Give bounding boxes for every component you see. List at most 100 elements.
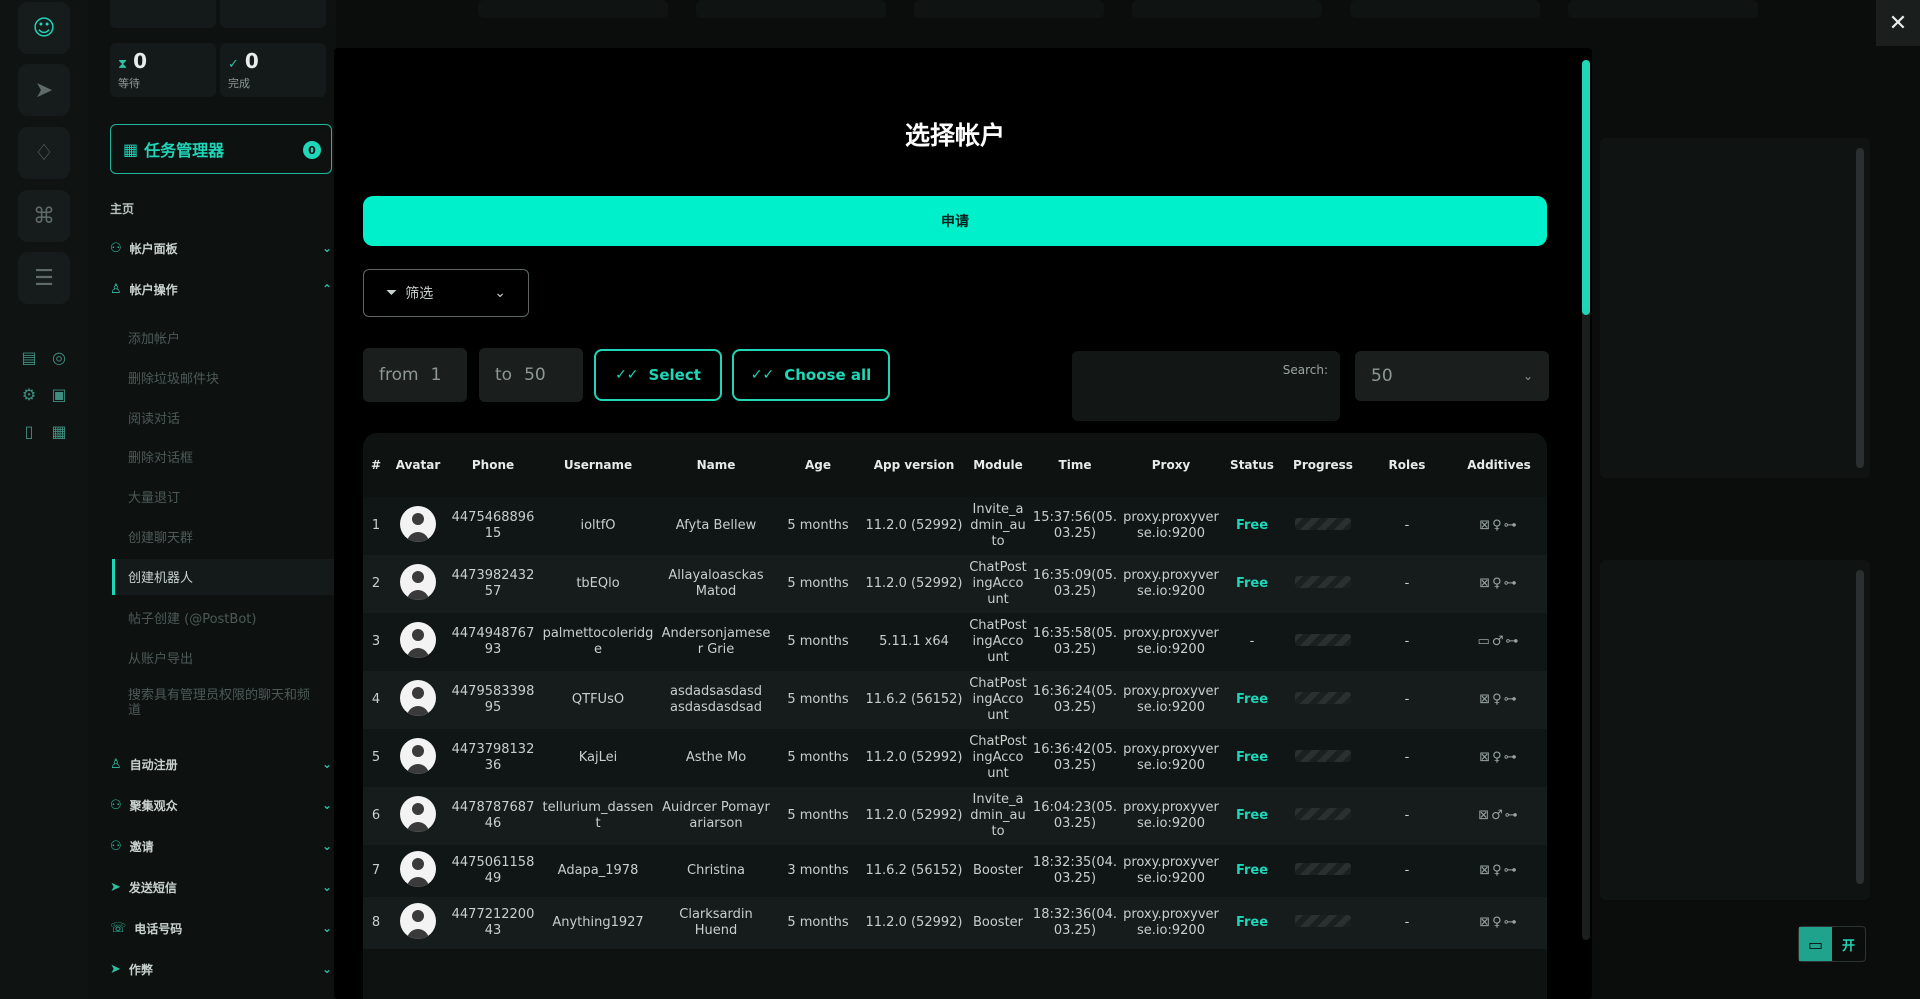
col-additives[interactable]: Additives <box>1451 433 1547 497</box>
group-gather-audience[interactable]: ⚇ 聚集观众 ⌄ <box>110 793 332 817</box>
cell-age: 5 months <box>775 555 861 613</box>
bg-scrollbar[interactable] <box>1856 148 1864 468</box>
stat-waiting: ⧗ 0 等待 <box>110 43 216 97</box>
table-header-row: # Avatar Phone Username Name Age App ver… <box>363 433 1547 497</box>
group-phone-number[interactable]: ☏ 电话号码 ⌄ <box>110 916 332 940</box>
apps-icon[interactable]: ▦ <box>47 419 71 443</box>
open-button[interactable]: 开 <box>1832 927 1865 961</box>
group-invite[interactable]: ⚇ 邀请 ⌄ <box>110 834 332 858</box>
cell-progress <box>1283 729 1363 787</box>
cell-additives: ⊠♀⊶ <box>1451 555 1547 613</box>
sub-item-mass-unsubscribe[interactable]: 大量退订 <box>128 487 180 506</box>
table-row[interactable]: 4 447958339895 QTFUsO asdadsasdasd asdasdas… <box>363 671 1547 729</box>
cell-phone: 447494876793 <box>447 613 539 671</box>
col-roles[interactable]: Roles <box>1363 433 1451 497</box>
cell-status: Free <box>1221 671 1283 729</box>
cell-roles: - <box>1363 897 1451 949</box>
sub-item-export[interactable]: 从账户导出 <box>128 648 193 667</box>
cell-age: 5 months <box>775 671 861 729</box>
sub-item-delete-dialogs[interactable]: 删除对话框 <box>128 447 193 466</box>
user-icon: ♙ <box>110 281 122 297</box>
col-proxy[interactable]: Proxy <box>1121 433 1221 497</box>
filter-dropdown[interactable]: ⏷ 筛选 ⌄ <box>363 269 529 317</box>
table-row[interactable]: 6 447878768746 tellurium_dassent Auidrcer P… <box>363 787 1547 845</box>
double-check-icon: ✓✓ <box>615 367 639 383</box>
document-icon[interactable]: ▯ <box>17 419 41 443</box>
page-size-select[interactable]: 50 ⌄ <box>1355 351 1549 401</box>
sub-item-add-account[interactable]: 添加帐户 <box>128 328 180 347</box>
cell-number: 8 <box>363 897 389 949</box>
chevron-down-icon: ⌄ <box>321 798 332 812</box>
task-manager-button[interactable]: ▦ 任务管理器 0 <box>110 124 332 174</box>
avatar <box>400 902 436 939</box>
col-number[interactable]: # <box>363 433 389 497</box>
bottom-controls: ▭ 开 <box>1798 926 1866 962</box>
group-cheat[interactable]: ➤ 作弊 ⌄ <box>110 957 332 981</box>
group-send-sms[interactable]: ➤ 发送短信 ⌄ <box>110 875 332 899</box>
stat-done: ✓ 0 完成 <box>220 43 326 97</box>
user-icon[interactable]: ☺ <box>18 2 70 54</box>
col-avatar[interactable]: Avatar <box>389 433 447 497</box>
sub-item-search-admin-chats[interactable]: 搜索具有管理员权限的聊天和频道 <box>128 688 318 718</box>
send-icon[interactable]: ➤ <box>18 64 70 116</box>
sub-item-read-dialogs[interactable]: 阅读对话 <box>128 408 180 427</box>
apply-button[interactable]: 申请 <box>363 196 1547 246</box>
modal-scrollbar-thumb[interactable] <box>1582 60 1590 315</box>
icon-rail: ☺ ➤ ♢ ⌘ ☰ ▤ ◎ ⚙ ▣ ▯ ▦ <box>0 0 88 999</box>
col-time[interactable]: Time <box>1029 433 1121 497</box>
cell-app-version: 11.2.0 (52992) <box>861 555 967 613</box>
cell-name: asdadsasdasd asdasdasdsad <box>657 671 775 729</box>
browser-icon[interactable]: ▣ <box>47 382 71 406</box>
settings-icon[interactable]: ⚙ <box>17 382 41 406</box>
sub-item-create-group[interactable]: 创建聊天群 <box>128 527 193 546</box>
select-button[interactable]: ✓✓ Select <box>594 349 722 401</box>
cell-proxy: proxy.proxyverse.io:9200 <box>1121 729 1221 787</box>
sub-item-postbot[interactable]: 帖子创建 (@PostBot) <box>128 608 256 627</box>
chevron-down-icon: ⌄ <box>321 241 332 255</box>
cell-module: ChatPostingAccount <box>967 613 1029 671</box>
close-icon[interactable]: ✕ <box>1876 0 1920 46</box>
table-row[interactable]: 5 447379813236 KajLei Asthe Mo 5 months 11.2.… <box>363 729 1547 787</box>
location-icon[interactable]: ◎ <box>47 345 71 369</box>
cell-module: Invite_admin_auto <box>967 497 1029 555</box>
cell-status: Free <box>1221 555 1283 613</box>
col-phone[interactable]: Phone <box>447 433 539 497</box>
col-module[interactable]: Module <box>967 433 1029 497</box>
from-input[interactable]: from 1 <box>363 348 467 402</box>
col-app-version[interactable]: App version <box>861 433 967 497</box>
sub-item-create-bot[interactable]: 创建机器人 <box>128 567 193 586</box>
to-input[interactable]: to 50 <box>479 348 583 402</box>
server-icon[interactable]: ▤ <box>17 345 41 369</box>
group-account-ops[interactable]: ♙ 帐户操作 ⌃ <box>110 277 332 301</box>
cell-name: Afyta Bellew <box>657 497 775 555</box>
search-input[interactable]: Search: <box>1072 351 1340 421</box>
folder-open-icon[interactable]: ▭ <box>1799 927 1832 961</box>
diamond-icon[interactable]: ♢ <box>18 127 70 179</box>
progress-bar <box>1295 575 1351 588</box>
table-row[interactable]: 2 447398243257 tbEQlo Allayaloasckas Matod 5… <box>363 555 1547 613</box>
group-auto-register[interactable]: ♙ 自动注册 ⌄ <box>110 752 332 776</box>
table-row[interactable]: 1 447546889615 ioltfO Afyta Bellew 5 months 1… <box>363 497 1547 555</box>
col-status[interactable]: Status <box>1221 433 1283 497</box>
cell-proxy: proxy.proxyverse.io:9200 <box>1121 845 1221 897</box>
cell-age: 5 months <box>775 897 861 949</box>
choose-all-button[interactable]: ✓✓ Choose all <box>732 349 890 401</box>
table-row[interactable]: 8 447721220043 Anything1927 Clarksardin Hue… <box>363 897 1547 949</box>
sub-item-remove-spam[interactable]: 删除垃圾邮件块 <box>128 368 219 387</box>
col-username[interactable]: Username <box>539 433 657 497</box>
col-name[interactable]: Name <box>657 433 775 497</box>
database-icon[interactable]: ☰ <box>18 252 70 304</box>
bg-tab <box>696 0 886 18</box>
table-row[interactable]: 3 447494876793 palmettocoleridge Andersonja… <box>363 613 1547 671</box>
cell-additives: ⊠♀⊶ <box>1451 671 1547 729</box>
home-label[interactable]: 主页 <box>110 200 134 217</box>
group-account-panel[interactable]: ⚇ 帐户面板 ⌄ <box>110 236 332 260</box>
col-age[interactable]: Age <box>775 433 861 497</box>
command-icon[interactable]: ⌘ <box>18 190 70 242</box>
table-row[interactable]: 7 447506115849 Adapa_1978 Christina 3 months… <box>363 845 1547 897</box>
cell-number: 7 <box>363 845 389 897</box>
cell-roles: - <box>1363 671 1451 729</box>
col-progress[interactable]: Progress <box>1283 433 1363 497</box>
cell-roles: - <box>1363 613 1451 671</box>
bg-scrollbar[interactable] <box>1856 570 1864 884</box>
